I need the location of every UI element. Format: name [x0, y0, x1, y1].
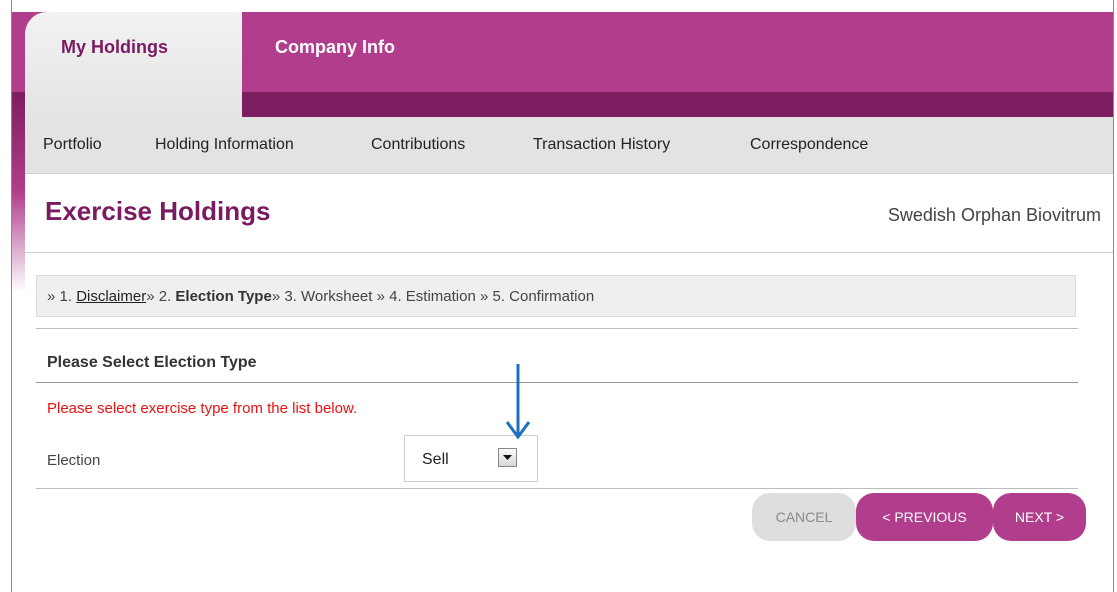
breadcrumb-sep: » 2. — [146, 288, 176, 305]
page-header: Exercise Holdings Swedish Orphan Biovitr… — [25, 174, 1113, 253]
subnav-correspondence[interactable]: Correspondence — [750, 136, 868, 154]
warning-message: Please select exercise type from the lis… — [47, 400, 358, 417]
election-label: Election — [47, 452, 101, 469]
annotation-arrow-icon — [505, 364, 531, 440]
sub-navigation: Portfolio Holding Information Contributi… — [25, 117, 1113, 174]
dropdown-button[interactable] — [498, 448, 517, 467]
breadcrumb: » 1. Disclaimer» 2. Election Type» 3. Wo… — [36, 275, 1076, 317]
breadcrumb-rest: » 3. Worksheet » 4. Estimation » 5. Conf… — [271, 288, 595, 305]
election-select-value: Sell — [422, 451, 449, 468]
chevron-down-icon — [503, 455, 512, 460]
divider — [36, 328, 1078, 329]
page-title: Exercise Holdings — [45, 196, 271, 226]
subnav-holding-information[interactable]: Holding Information — [155, 136, 294, 154]
election-select[interactable]: Sell — [404, 435, 538, 482]
subnav-transaction-history[interactable]: Transaction History — [533, 136, 670, 154]
next-button[interactable]: NEXT > — [993, 493, 1086, 541]
step-election-type: Election Type — [175, 288, 272, 305]
company-name: Swedish Orphan Biovitrum — [887, 205, 1101, 225]
section-title: Please Select Election Type — [47, 354, 257, 371]
tab-my-holdings[interactable]: My Holdings — [25, 12, 242, 117]
divider — [36, 382, 1078, 383]
cancel-button[interactable]: CANCEL — [752, 493, 856, 541]
divider — [36, 488, 1078, 489]
left-accent-strip — [12, 92, 25, 292]
breadcrumb-prefix: » 1. — [47, 288, 77, 305]
subnav-portfolio[interactable]: Portfolio — [43, 136, 102, 154]
tab-company-info[interactable]: Company Info — [275, 37, 395, 58]
subnav-contributions[interactable]: Contributions — [371, 136, 465, 154]
previous-button[interactable]: < PREVIOUS — [856, 493, 993, 541]
step-disclaimer-link[interactable]: Disclaimer — [76, 288, 146, 305]
tab-my-holdings-label: My Holdings — [61, 37, 168, 57]
